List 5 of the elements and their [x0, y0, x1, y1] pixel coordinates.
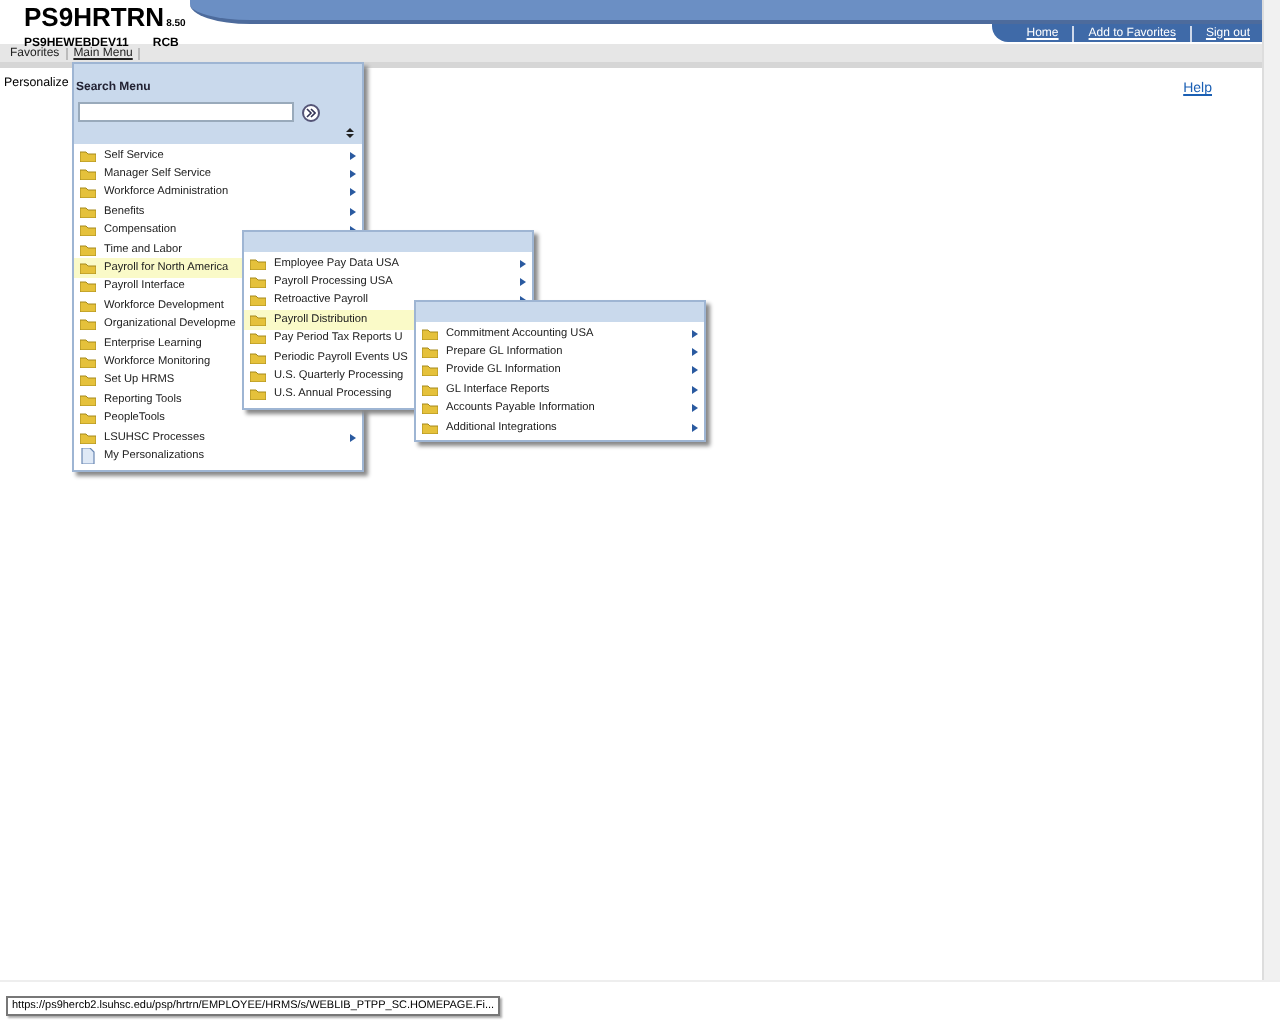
document-icon: [80, 447, 96, 464]
search-field[interactable]: [78, 102, 294, 122]
scrollbar[interactable]: [1262, 0, 1280, 980]
search-button[interactable]: [302, 103, 320, 121]
sort-icon[interactable]: [346, 128, 354, 138]
